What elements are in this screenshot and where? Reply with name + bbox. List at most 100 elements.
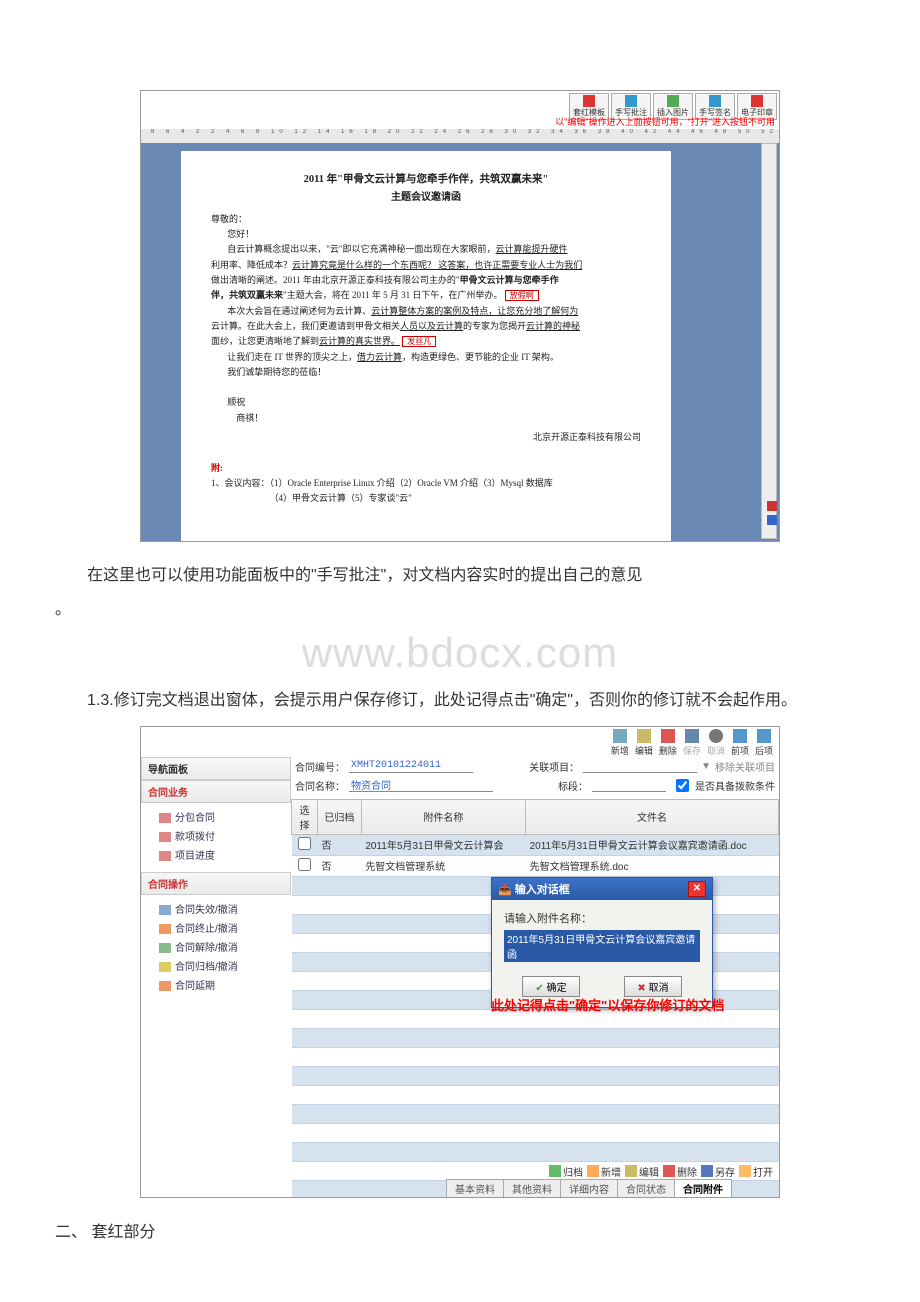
contract-app-screenshot: 新增 编辑 删除 保存 取消 前项 后项 导航面板 合同业务 分包合同 款项拨付… xyxy=(140,726,780,1198)
table-row[interactable]: 否 先智文档管理系统 先智文档管理系统.doc xyxy=(292,855,779,876)
cancel-button[interactable]: 取消 xyxy=(624,976,681,997)
p2: 利用率、降低成本？云计算究竟是什么样的一个东西呢？ 这答案，也许正需要专业人士为… xyxy=(211,258,641,273)
scroll-marker-blue[interactable] xyxy=(767,515,777,525)
table-row[interactable]: 否 2011年5月31日甲骨文云计算会 2011年5月31日甲骨文云计算会议嘉宾… xyxy=(292,834,779,855)
p5: 本次大会旨在通过阐述何为云计算、云计算整体方案的案例及特点，让您充分地了解何为 xyxy=(211,304,641,319)
salutation: 尊敬的： xyxy=(211,212,641,227)
input-contract-no[interactable] xyxy=(349,759,473,773)
th-attname[interactable]: 附件名称 xyxy=(361,799,525,834)
label-name: 合同名称： xyxy=(295,778,345,793)
biz-item[interactable]: 款项拨付 xyxy=(159,826,291,845)
dialog-titlebar[interactable]: 📥 输入对话框 ✕ xyxy=(492,878,712,900)
input-stage[interactable] xyxy=(592,778,666,792)
ops-item[interactable]: 合同终止/撤消 xyxy=(159,918,291,937)
add-btn[interactable]: 新增 xyxy=(587,1164,621,1179)
ops-item[interactable]: 合同解除/撤消 xyxy=(159,937,291,956)
label-rel: 关联项目： xyxy=(529,759,579,774)
table-row xyxy=(292,1123,779,1142)
edit-action[interactable]: 编辑 xyxy=(635,729,653,757)
table-row xyxy=(292,1104,779,1123)
paragraph-1: 在这里也可以使用功能面板中的"手写批注"，对文档内容实时的提出自己的意见 xyxy=(55,562,865,591)
revision-mark[interactable]: 放假啊 xyxy=(505,290,539,301)
table-row xyxy=(292,1142,779,1161)
ops-header[interactable]: 合同操作 xyxy=(141,872,291,895)
cancel-action: 取消 xyxy=(707,729,725,757)
ruler: 8 6 4 2 2 4 6 8 10 12 14 16 18 20 22 24 … xyxy=(141,129,779,144)
main-panel: 合同编号： 关联项目： ▼ 移除关联项目 合同名称： 标段： 是否具备拨款条件 … xyxy=(291,757,779,1197)
delete-action[interactable]: 删除 xyxy=(659,729,677,757)
doc-subtitle: 主题会议邀请函 xyxy=(211,189,641,206)
input-rel[interactable] xyxy=(583,759,697,773)
input-name[interactable] xyxy=(349,778,493,792)
p-regards: 商祺！ xyxy=(211,411,641,426)
ok-button[interactable]: 确定 xyxy=(522,976,579,997)
label-contract-no: 合同编号： xyxy=(295,759,345,774)
p8: 让我们走在 IT 世界的顶尖之上，借力云计算，构造更绿色、更节能的企业 IT 架… xyxy=(211,350,641,365)
scroll-marker-red[interactable] xyxy=(767,501,777,511)
p3: 做出清晰的阐述。2011 年由北京开源正泰科技有限公司主办的"甲骨文云计算与您牵… xyxy=(211,273,641,288)
nav-header[interactable]: 导航面板 xyxy=(141,757,291,780)
p6: 云计算。在此大会上，我们更邀请到甲骨文相关人员以及云计算的专家为您揭开云计算的神… xyxy=(211,319,641,334)
table-row xyxy=(292,1047,779,1066)
blank xyxy=(211,445,641,460)
table-row xyxy=(292,1028,779,1047)
biz-list: 分包合同 款项拨付 项目进度 xyxy=(141,807,291,864)
tab-basic[interactable]: 基本资料 xyxy=(446,1179,504,1197)
greeting: 您好！ xyxy=(211,227,641,242)
th-sel[interactable]: 选择 xyxy=(292,799,318,834)
del-btn[interactable]: 删除 xyxy=(663,1164,697,1179)
paragraph-2: 1.3.修订完文档退出窗体，会提示用户保存修订，此处记得点击"确定"，否则你的修… xyxy=(55,687,865,716)
word-editor-screenshot: 套红模板 手写批注 插入图片 手写签名 电子印章 以"编辑"操作进入上面按钮可用… xyxy=(140,90,780,542)
form-row-2: 合同名称： 标段： 是否具备拨款条件 xyxy=(291,776,779,795)
p-wish: 顺祝 xyxy=(211,395,641,410)
save-action: 保存 xyxy=(683,729,701,757)
biz-header[interactable]: 合同业务 xyxy=(141,780,291,803)
open-btn[interactable]: 打开 xyxy=(739,1164,773,1179)
prev-action[interactable]: 前项 xyxy=(731,729,749,757)
ops-item[interactable]: 合同归档/撤消 xyxy=(159,956,291,975)
revision-mark[interactable]: 发丝凡 xyxy=(402,336,436,347)
tab-status[interactable]: 合同状态 xyxy=(617,1179,675,1197)
p1: 自云计算概念提出以来，"云"即以它充满神秘一面出现在大家眼前，云计算能提升硬件 xyxy=(211,242,641,257)
document-page: 2011 年"甲骨文云计算与您牵手作伴，共筑双赢未来" 主题会议邀请函 尊敬的：… xyxy=(181,151,671,541)
table-row xyxy=(292,1085,779,1104)
tab-detail[interactable]: 详细内容 xyxy=(560,1179,618,1197)
attach-line2: （4）甲骨文云计算（5）专家谈"云" xyxy=(211,491,641,506)
dialog-input[interactable]: 2011年5月31日甲骨文云计算会议嘉宾邀请函 xyxy=(504,930,700,962)
tab-other[interactable]: 其他资料 xyxy=(503,1179,561,1197)
th-arch[interactable]: 已归档 xyxy=(318,799,362,834)
row-check[interactable] xyxy=(298,858,311,871)
biz-item[interactable]: 项目进度 xyxy=(159,845,291,864)
section-heading: 二、 套红部分 xyxy=(55,1218,865,1242)
attach-line1: 1、会议内容：（1）Oracle Enterprise Linux 介绍（2）O… xyxy=(211,476,641,491)
remove-rel[interactable]: 移除关联项目 xyxy=(715,759,775,774)
archive-btn[interactable]: 归档 xyxy=(549,1164,583,1179)
new-action[interactable]: 新增 xyxy=(611,729,629,757)
tab-attach[interactable]: 合同附件 xyxy=(674,1179,732,1197)
bottom-tabs: 基本资料 其他资料 详细内容 合同状态 合同附件 xyxy=(446,1179,731,1197)
edit-btn[interactable]: 编辑 xyxy=(625,1164,659,1179)
saveas-btn[interactable]: 另存 xyxy=(701,1164,735,1179)
top-actions: 新增 编辑 删除 保存 取消 前项 后项 xyxy=(611,729,773,757)
ops-list: 合同失效/撤消 合同终止/撤消 合同解除/撤消 合同归档/撤消 合同延期 xyxy=(141,899,291,994)
signature: 北京开源正泰科技有限公司 xyxy=(211,430,641,445)
doc-title: 2011 年"甲骨文云计算与您牵手作伴，共筑双赢未来" xyxy=(211,171,641,189)
label-stage: 标段： xyxy=(558,778,588,793)
chk-pay[interactable] xyxy=(676,779,689,792)
input-dialog: 📥 输入对话框 ✕ 请输入附件名称： 2011年5月31日甲骨文云计算会议嘉宾邀… xyxy=(491,877,713,1008)
next-action[interactable]: 后项 xyxy=(755,729,773,757)
scrollbar[interactable] xyxy=(761,143,777,539)
p9: 我们诚挚期待您的莅临！ xyxy=(211,365,641,380)
close-icon[interactable]: ✕ xyxy=(688,881,706,897)
toolbar-hint: 以"编辑"操作进入上面按钮可用，"打开"进入按钮不可用 xyxy=(555,115,775,128)
th-filename[interactable]: 文件名 xyxy=(526,799,779,834)
biz-item[interactable]: 分包合同 xyxy=(159,807,291,826)
red-annotation: 此处记得点击"确定"以保存你修订的文档 xyxy=(491,995,724,1014)
nav-panel: 导航面板 合同业务 分包合同 款项拨付 项目进度 合同操作 合同失效/撤消 合同… xyxy=(141,757,292,1197)
paragraph-1b: 。 xyxy=(55,595,865,619)
row-check[interactable] xyxy=(298,837,311,850)
p10 xyxy=(211,380,641,395)
ops-item[interactable]: 合同失效/撤消 xyxy=(159,899,291,918)
ops-item[interactable]: 合同延期 xyxy=(159,975,291,994)
doc-area: 2011 年"甲骨文云计算与您牵手作伴，共筑双赢未来" 主题会议邀请函 尊敬的：… xyxy=(141,143,779,541)
